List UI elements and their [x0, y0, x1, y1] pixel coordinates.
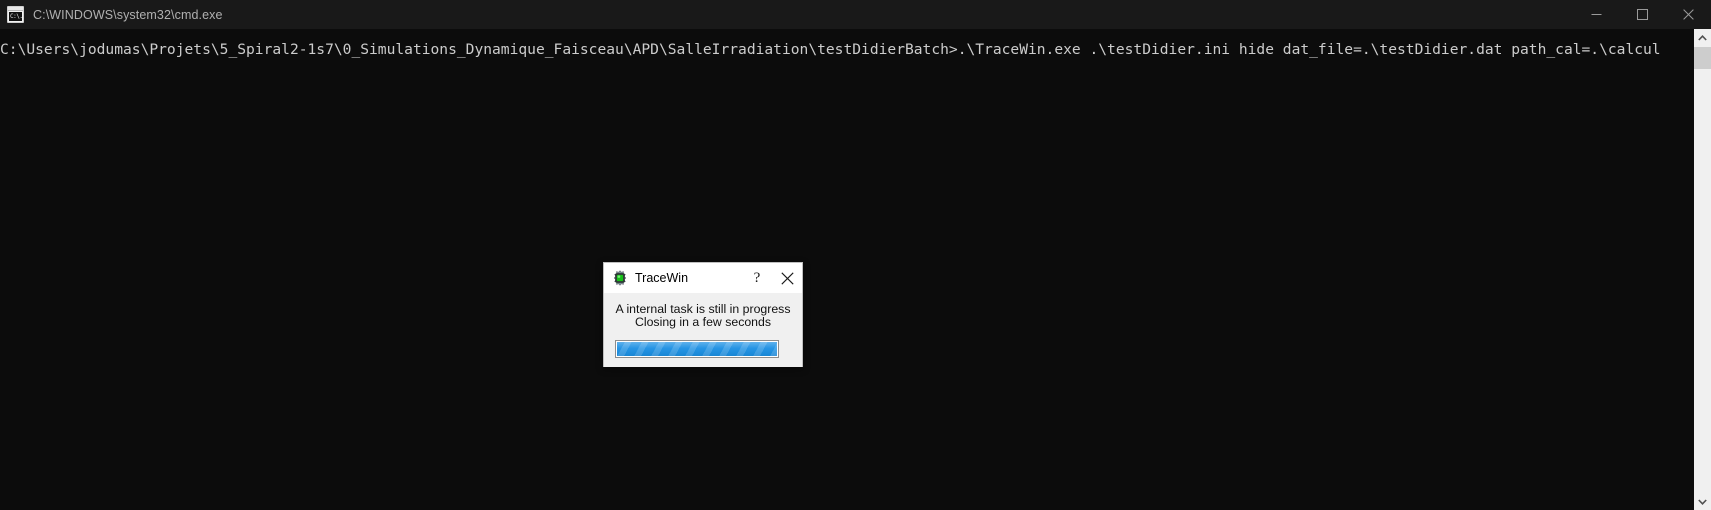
progress-bar-fill [617, 342, 777, 356]
scroll-up-arrow-icon[interactable] [1694, 29, 1711, 46]
window-controls [1573, 0, 1711, 29]
cmd-icon-glyph: C:\. [9, 12, 22, 21]
cmd-console-icon: C:\. [7, 6, 24, 23]
dialog-body: A internal task is still in progress Clo… [604, 293, 802, 367]
scrollbar-thumb[interactable] [1694, 47, 1711, 69]
maximize-button[interactable] [1619, 0, 1665, 29]
window-title: C:\WINDOWS\system32\cmd.exe [33, 7, 223, 22]
console-line: C:\Users\jodumas\Projets\5_Spiral2-1s7\0… [0, 41, 1661, 58]
dialog-message: A internal task is still in progress Clo… [615, 302, 791, 329]
dialog-titlebar[interactable]: TraceWin ? [604, 263, 802, 293]
console-scrollbar[interactable] [1694, 29, 1711, 510]
console-output-area[interactable]: C:\Users\jodumas\Projets\5_Spiral2-1s7\0… [0, 29, 1694, 510]
minimize-button[interactable] [1573, 0, 1619, 29]
tracewin-gem-icon [612, 270, 628, 286]
cmd-console-window: C:\. C:\WINDOWS\system32\cmd.exe C:\User… [0, 0, 1711, 510]
help-button[interactable]: ? [742, 263, 772, 293]
dialog-close-button[interactable] [772, 263, 802, 293]
progress-bar [615, 340, 779, 358]
tracewin-dialog: TraceWin ? A internal task is still in p… [603, 262, 803, 367]
close-button[interactable] [1665, 0, 1711, 29]
window-titlebar[interactable]: C:\. C:\WINDOWS\system32\cmd.exe [0, 0, 1711, 29]
dialog-title: TraceWin [635, 271, 689, 285]
cmd-icon-caption-bar [8, 7, 23, 11]
scroll-down-arrow-icon[interactable] [1694, 493, 1711, 510]
dialog-window-controls: ? [742, 263, 802, 293]
